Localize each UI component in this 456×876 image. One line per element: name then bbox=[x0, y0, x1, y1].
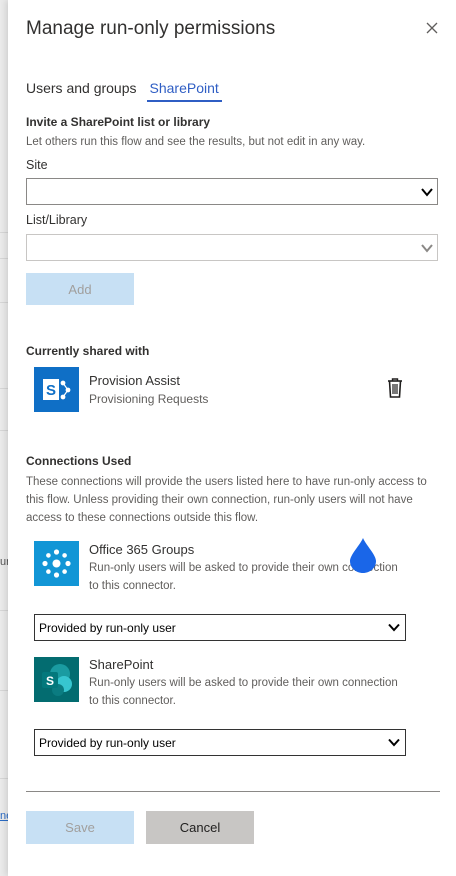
cancel-button[interactable]: Cancel bbox=[146, 811, 254, 844]
list-library-label: List/Library bbox=[26, 213, 88, 227]
footer-divider bbox=[26, 791, 440, 792]
site-select[interactable] bbox=[26, 178, 438, 205]
connection-select-value: Provided by run-only user bbox=[39, 621, 176, 635]
chevron-down-icon bbox=[388, 738, 400, 747]
office365-groups-icon bbox=[34, 541, 79, 586]
sharepoint-icon: S bbox=[34, 367, 79, 412]
save-button[interactable]: Save bbox=[26, 811, 134, 844]
invite-helper: Let others run this flow and see the res… bbox=[26, 136, 366, 148]
connections-helper: These connections will provide the users… bbox=[26, 476, 427, 524]
close-icon[interactable] bbox=[424, 20, 440, 36]
shared-heading: Currently shared with bbox=[26, 344, 150, 358]
chevron-down-icon bbox=[421, 188, 433, 197]
cursor-icon bbox=[350, 538, 376, 573]
tab-bar: Users and groups SharePoint bbox=[26, 80, 222, 102]
chevron-down-icon bbox=[421, 244, 433, 253]
connection-title: Office 365 Groups bbox=[89, 542, 195, 557]
shared-item-title: Provision Assist bbox=[89, 373, 181, 388]
tab-users-and-groups[interactable]: Users and groups bbox=[26, 80, 137, 102]
panel-title: Manage run-only permissions bbox=[26, 18, 276, 39]
connection-select[interactable]: Provided by run-only user bbox=[34, 614, 406, 641]
connection-select-value: Provided by run-only user bbox=[39, 736, 176, 750]
chevron-down-icon bbox=[388, 623, 400, 632]
list-library-select[interactable] bbox=[26, 234, 438, 261]
connection-title: SharePoint bbox=[89, 657, 154, 672]
trash-icon[interactable] bbox=[386, 377, 404, 399]
permissions-panel: Manage run-only permissions Users and gr… bbox=[8, 0, 456, 876]
invite-heading: Invite a SharePoint list or library bbox=[26, 115, 211, 129]
tab-sharepoint[interactable]: SharePoint bbox=[146, 80, 222, 102]
connection-description: Run-only users will be asked to provide … bbox=[89, 677, 398, 707]
connection-select[interactable]: Provided by run-only user bbox=[34, 729, 406, 756]
shared-item-subtitle: Provisioning Requests bbox=[89, 392, 209, 406]
svg-text:S: S bbox=[46, 382, 56, 399]
connections-heading: Connections Used bbox=[26, 454, 132, 468]
site-label: Site bbox=[26, 158, 48, 172]
svg-text:S: S bbox=[46, 674, 54, 688]
add-button[interactable]: Add bbox=[26, 273, 134, 305]
sharepoint-icon: S bbox=[34, 657, 79, 702]
